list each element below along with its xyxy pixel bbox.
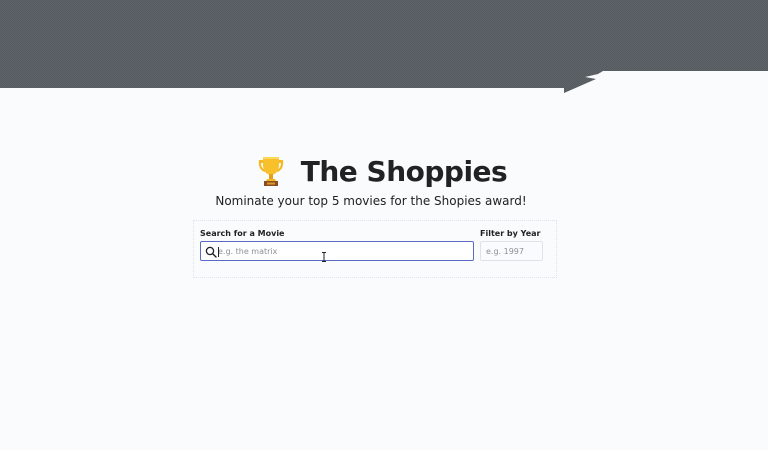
search-field[interactable] xyxy=(200,241,474,261)
year-filter-label: Filter by Year xyxy=(480,229,541,238)
title-row: The Shoppies xyxy=(0,153,768,189)
trophy-icon xyxy=(258,157,283,186)
text-caret xyxy=(218,247,219,257)
text-cursor-icon xyxy=(322,252,326,262)
search-input[interactable] xyxy=(217,243,468,259)
page: The Shoppies Nominate your top 5 movies … xyxy=(0,0,768,450)
search-icon xyxy=(205,246,217,258)
year-filter-input[interactable] xyxy=(480,241,543,261)
search-label: Search for a Movie xyxy=(200,229,285,238)
top-overlay-band xyxy=(0,0,768,93)
page-subtitle: Nominate your top 5 movies for the Shopi… xyxy=(215,194,527,208)
page-title: The Shoppies xyxy=(300,154,508,188)
